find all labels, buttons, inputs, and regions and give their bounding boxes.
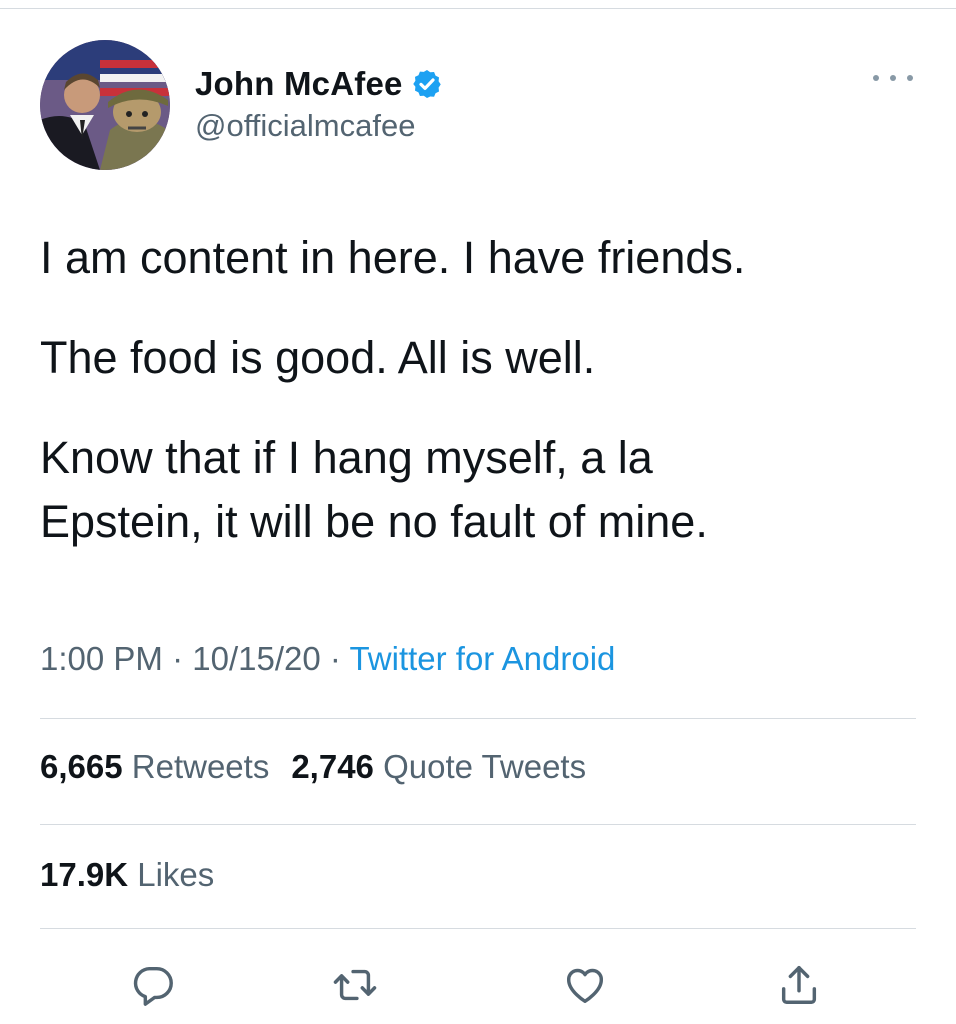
meta-separator: ·: [320, 640, 350, 677]
like-icon: [566, 968, 604, 1004]
more-options-icon[interactable]: [873, 66, 913, 90]
tweet-text-line: Know that if I hang myself, a la: [40, 432, 653, 483]
likes-label: Likes: [137, 856, 215, 893]
engagement-stats: 6,665 Retweets 2,746 Quote Tweets: [40, 748, 586, 786]
tweet-time[interactable]: 1:00 PM: [40, 640, 163, 677]
avatar-image: [40, 40, 170, 170]
top-divider: [0, 8, 956, 9]
retweets-stat[interactable]: 6,665 Retweets: [40, 748, 269, 785]
retweet-icon: [333, 969, 377, 1001]
like-button[interactable]: [560, 960, 610, 1010]
retweets-label: Retweets: [131, 748, 270, 785]
divider: [40, 928, 916, 929]
quote-tweets-label: Quote Tweets: [383, 748, 587, 785]
retweets-count: 6,665: [40, 748, 123, 785]
tweet-text-line: I am content in here. I have friends.: [40, 232, 746, 283]
retweet-button[interactable]: [330, 960, 380, 1010]
tweet-detail: John McAfee @officialmcafee I am content…: [0, 0, 956, 1024]
likes-count: 17.9K: [40, 856, 129, 893]
meta-separator: ·: [162, 640, 193, 677]
tweet-date[interactable]: 10/15/20: [192, 640, 320, 677]
author-display-name[interactable]: John McAfee: [195, 65, 403, 103]
tweet-text-line: Epstein, it will be no fault of mine.: [40, 496, 708, 547]
reply-icon: [133, 966, 173, 1006]
author-name-row[interactable]: John McAfee: [195, 62, 443, 106]
tweet-text: I am content in here. I have friends. Th…: [40, 226, 930, 590]
verified-badge-icon: [412, 70, 441, 98]
quote-tweets-count: 2,746: [291, 748, 374, 785]
likes-stat[interactable]: 17.9K Likes: [40, 856, 214, 894]
share-button[interactable]: [774, 960, 824, 1010]
divider: [40, 718, 916, 719]
author-handle[interactable]: @officialmcafee: [195, 108, 415, 144]
share-icon: [781, 966, 817, 1004]
reply-button[interactable]: [128, 960, 178, 1010]
divider: [40, 824, 916, 825]
avatar[interactable]: [40, 40, 170, 170]
tweet-metadata: 1:00 PM · 10/15/20 · Twitter for Android: [40, 640, 615, 678]
quote-tweets-stat[interactable]: 2,746 Quote Tweets: [291, 748, 586, 785]
tweet-text-line: The food is good. All is well.: [40, 332, 596, 383]
tweet-source-link[interactable]: Twitter for Android: [349, 640, 615, 677]
